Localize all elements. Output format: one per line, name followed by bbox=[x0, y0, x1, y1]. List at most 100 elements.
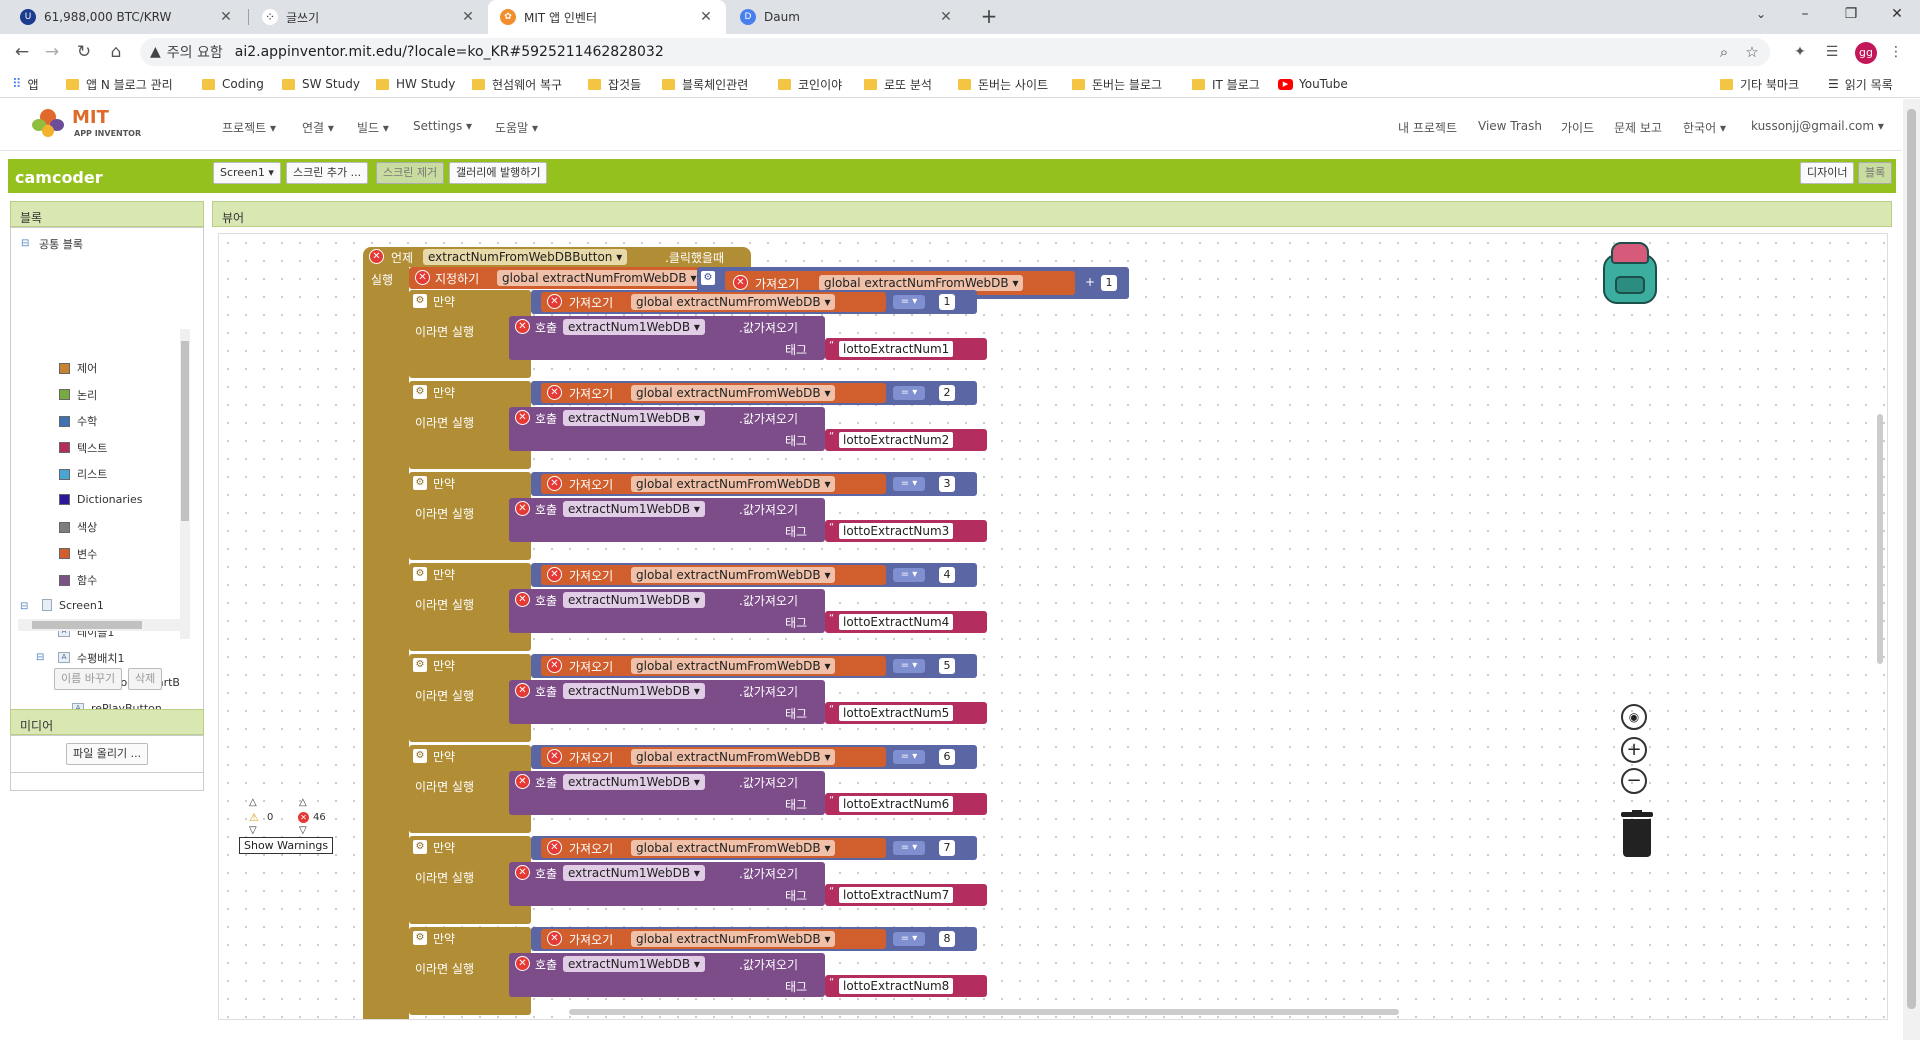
get-variable-block[interactable]: ✕ 가져오기 global extractNumFromWebDB ▾ bbox=[541, 474, 886, 494]
add-screen-button[interactable]: 스크린 추가 ... bbox=[286, 162, 369, 184]
tree-component-item[interactable]: A 수평배치1 bbox=[58, 650, 124, 666]
error-x-icon[interactable]: ✕ bbox=[515, 683, 530, 698]
text-string-block[interactable]: “ lottoExtractNum3 bbox=[825, 520, 987, 542]
event-block-header[interactable]: ✕ 언제 extractNumFromWebDBButton ▾ .클릭했을때 bbox=[363, 247, 751, 267]
text-string-block[interactable]: “ lottoExtractNum6 bbox=[825, 793, 987, 815]
tag-text[interactable]: lottoExtractNum7 bbox=[839, 887, 954, 903]
compare-block[interactable]: ✕ 가져오기 global extractNumFromWebDB ▾ = ▾ 3 bbox=[531, 472, 977, 496]
number-input[interactable]: 6 bbox=[939, 749, 955, 765]
url-text[interactable]: ai2.appinventor.mit.edu/?locale=ko_KR#59… bbox=[235, 44, 664, 60]
tree-hscrollbar[interactable] bbox=[18, 619, 188, 631]
error-x-icon[interactable]: ✕ bbox=[547, 658, 562, 673]
get-variable-dropdown[interactable]: global extractNumFromWebDB ▾ bbox=[631, 476, 836, 492]
compare-block[interactable]: ✕ 가져오기 global extractNumFromWebDB ▾ = ▾ 7 bbox=[531, 836, 977, 860]
get-variable-dropdown[interactable]: global extractNumFromWebDB ▾ bbox=[631, 931, 836, 947]
window-close-icon[interactable]: ✕ bbox=[1874, 0, 1920, 30]
text-string-block[interactable]: “ lottoExtractNum1 bbox=[825, 338, 987, 360]
menu-settings[interactable]: Settings ▾ bbox=[413, 119, 472, 133]
block-category-item[interactable]: 색상 bbox=[59, 519, 97, 535]
mutator-gear-icon[interactable]: ⚙ bbox=[413, 931, 427, 945]
number-input[interactable]: 4 bbox=[939, 567, 955, 583]
zoom-in-icon[interactable]: + bbox=[1621, 737, 1647, 763]
call-component-dropdown[interactable]: extractNum1WebDB ▾ bbox=[563, 865, 705, 881]
bookmark-folder[interactable]: IT 블로그 bbox=[1192, 74, 1260, 94]
get-variable-dropdown[interactable]: global extractNumFromWebDB ▾ bbox=[631, 385, 836, 401]
trash-can-icon[interactable] bbox=[1621, 810, 1653, 858]
error-x-icon[interactable]: ✕ bbox=[547, 749, 562, 764]
designer-button[interactable]: 디자이너 bbox=[1800, 162, 1855, 184]
menu-report-issue[interactable]: 문제 보고 bbox=[1614, 119, 1662, 136]
error-x-icon[interactable]: ✕ bbox=[369, 249, 384, 264]
close-tab-icon[interactable]: ✕ bbox=[698, 9, 714, 25]
menu-connect[interactable]: 연결 ▾ bbox=[302, 119, 334, 136]
error-x-icon[interactable]: ✕ bbox=[515, 501, 530, 516]
menu-view-trash[interactable]: View Trash bbox=[1478, 119, 1542, 133]
menu-language[interactable]: 한국어 ▾ bbox=[1683, 119, 1726, 136]
call-component-dropdown[interactable]: extractNum1WebDB ▾ bbox=[563, 319, 705, 335]
get-variable-dropdown[interactable]: global extractNumFromWebDB ▾ bbox=[631, 749, 836, 765]
menu-project[interactable]: 프로젝트 ▾ bbox=[222, 119, 276, 136]
number-input[interactable]: 8 bbox=[939, 931, 955, 947]
error-x-icon[interactable]: ✕ bbox=[733, 275, 748, 290]
mutator-gear-icon[interactable]: ⚙ bbox=[413, 749, 427, 763]
mutator-gear-icon[interactable]: ⚙ bbox=[413, 840, 427, 854]
bookmark-folder[interactable]: HW Study bbox=[376, 74, 455, 94]
compare-block[interactable]: ✕ 가져오기 global extractNumFromWebDB ▾ = ▾ 4 bbox=[531, 563, 977, 587]
compare-operator-dropdown[interactable]: = ▾ bbox=[893, 568, 925, 582]
compare-operator-dropdown[interactable]: = ▾ bbox=[893, 659, 925, 673]
compare-operator-dropdown[interactable]: = ▾ bbox=[893, 750, 925, 764]
error-x-icon[interactable]: ✕ bbox=[515, 592, 530, 607]
error-x-icon[interactable]: ✕ bbox=[547, 476, 562, 491]
extensions-puzzle-icon[interactable]: ✦ bbox=[1788, 40, 1812, 64]
error-x-icon[interactable]: ✕ bbox=[515, 865, 530, 880]
mutator-gear-icon[interactable]: ⚙ bbox=[413, 658, 427, 672]
compare-operator-dropdown[interactable]: = ▾ bbox=[893, 932, 925, 946]
set-variable-dropdown[interactable]: global extractNumFromWebDB ▾ bbox=[497, 270, 702, 286]
browser-tab-appinventor[interactable]: ✿ MIT 앱 인벤터 ✕ bbox=[488, 0, 726, 34]
tree-scrollbar[interactable] bbox=[180, 329, 190, 639]
get-variable-block[interactable]: ✕ 가져오기 global extractNumFromWebDB ▾ bbox=[541, 656, 886, 676]
error-x-icon[interactable]: ✕ bbox=[515, 410, 530, 425]
tree-screen1[interactable]: Screen1 bbox=[42, 599, 104, 612]
tag-text[interactable]: lottoExtractNum3 bbox=[839, 523, 954, 539]
close-tab-icon[interactable]: ✕ bbox=[218, 9, 234, 25]
bookmark-folder[interactable]: 돈버는 블로그 bbox=[1072, 74, 1162, 94]
block-category-item[interactable]: Dictionaries bbox=[59, 493, 142, 506]
call-procedure-block[interactable]: ✕ 호출 extractNum1WebDB ▾ .값가져오기 태그 bbox=[509, 862, 825, 906]
bookmark-folder[interactable]: SW Study bbox=[282, 74, 360, 94]
tab-search-icon[interactable]: ⌄ bbox=[1738, 0, 1784, 30]
compare-block[interactable]: ✕ 가져오기 global extractNumFromWebDB ▾ = ▾ 8 bbox=[531, 927, 977, 951]
number-input[interactable]: 1 bbox=[939, 294, 955, 310]
number-input[interactable]: 7 bbox=[939, 840, 955, 856]
get-variable-block[interactable]: ✕ 가져오기 global extractNumFromWebDB ▾ bbox=[541, 747, 886, 767]
mutator-gear-icon[interactable]: ⚙ bbox=[413, 294, 427, 308]
publish-gallery-button[interactable]: 갤러리에 발행하기 bbox=[449, 162, 548, 184]
blocks-button[interactable]: 블록 bbox=[1858, 162, 1893, 184]
reading-list[interactable]: ☰ 읽기 목록 bbox=[1828, 74, 1893, 94]
menu-help[interactable]: 도움말 ▾ bbox=[495, 119, 538, 136]
block-category-item[interactable]: 수학 bbox=[59, 413, 97, 429]
mutator-gear-icon[interactable]: ⚙ bbox=[413, 476, 427, 490]
compare-block[interactable]: ✕ 가져오기 global extractNumFromWebDB ▾ = ▾ 2 bbox=[531, 381, 977, 405]
mutator-gear-icon[interactable]: ⚙ bbox=[413, 385, 427, 399]
event-component-dropdown[interactable]: extractNumFromWebDBButton ▾ bbox=[423, 249, 628, 265]
compare-block[interactable]: ✕ 가져오기 global extractNumFromWebDB ▾ = ▾ 6 bbox=[531, 745, 977, 769]
get-variable-dropdown[interactable]: global extractNumFromWebDB ▾ bbox=[631, 658, 836, 674]
tag-text[interactable]: lottoExtractNum8 bbox=[839, 978, 954, 994]
app-inventor-logo[interactable]: MIT APP INVENTOR bbox=[30, 105, 142, 141]
show-warnings-button[interactable]: Show Warnings bbox=[239, 837, 334, 854]
bookmark-folder[interactable]: 블록체인관련 bbox=[662, 74, 748, 94]
workspace-vscrollbar[interactable] bbox=[1877, 414, 1883, 664]
error-down-arrow-icon[interactable]: ▽ bbox=[299, 825, 307, 836]
compare-block[interactable]: ✕ 가져오기 global extractNumFromWebDB ▾ = ▾ 5 bbox=[531, 654, 977, 678]
block-category-item[interactable]: 함수 bbox=[59, 572, 97, 588]
bookmark-other[interactable]: 기타 북마크 bbox=[1720, 74, 1799, 94]
text-string-block[interactable]: “ lottoExtractNum2 bbox=[825, 429, 987, 451]
get-variable-dropdown[interactable]: global extractNumFromWebDB ▾ bbox=[631, 567, 836, 583]
call-procedure-block[interactable]: ✕ 호출 extractNum1WebDB ▾ .값가져오기 태그 bbox=[509, 680, 825, 724]
zoom-icon[interactable]: ⌕ bbox=[1710, 38, 1738, 66]
warning-up-arrow-icon[interactable]: △ bbox=[249, 797, 257, 808]
call-component-dropdown[interactable]: extractNum1WebDB ▾ bbox=[563, 592, 705, 608]
error-x-icon[interactable]: ✕ bbox=[547, 931, 562, 946]
tree-collapse-icon[interactable]: ⊟ bbox=[20, 601, 28, 612]
